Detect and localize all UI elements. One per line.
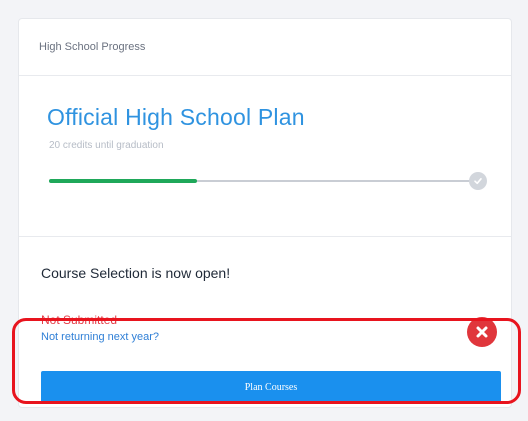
progress-fill: [49, 179, 198, 183]
card-header: High School Progress: [19, 19, 511, 76]
credits-remaining: 20 credits until graduation: [49, 140, 164, 151]
submission-status: Not Submitted: [41, 313, 118, 327]
graduation-progress-bar: [49, 179, 473, 183]
plan-section: Official High School Plan 20 credits unt…: [19, 76, 511, 237]
course-selection-title: Course Selection is now open!: [41, 265, 231, 281]
course-selection-section: Course Selection is now open! Not Submit…: [19, 237, 511, 412]
high-school-progress-card: High School Progress Official High Schoo…: [18, 18, 512, 408]
plan-courses-button[interactable]: Plan Courses: [41, 371, 501, 403]
plan-title[interactable]: Official High School Plan: [47, 104, 305, 131]
not-returning-link[interactable]: Not returning next year?: [41, 331, 159, 343]
check-icon: [469, 172, 487, 190]
card-header-title: High School Progress: [39, 41, 146, 53]
close-icon: [467, 317, 497, 347]
